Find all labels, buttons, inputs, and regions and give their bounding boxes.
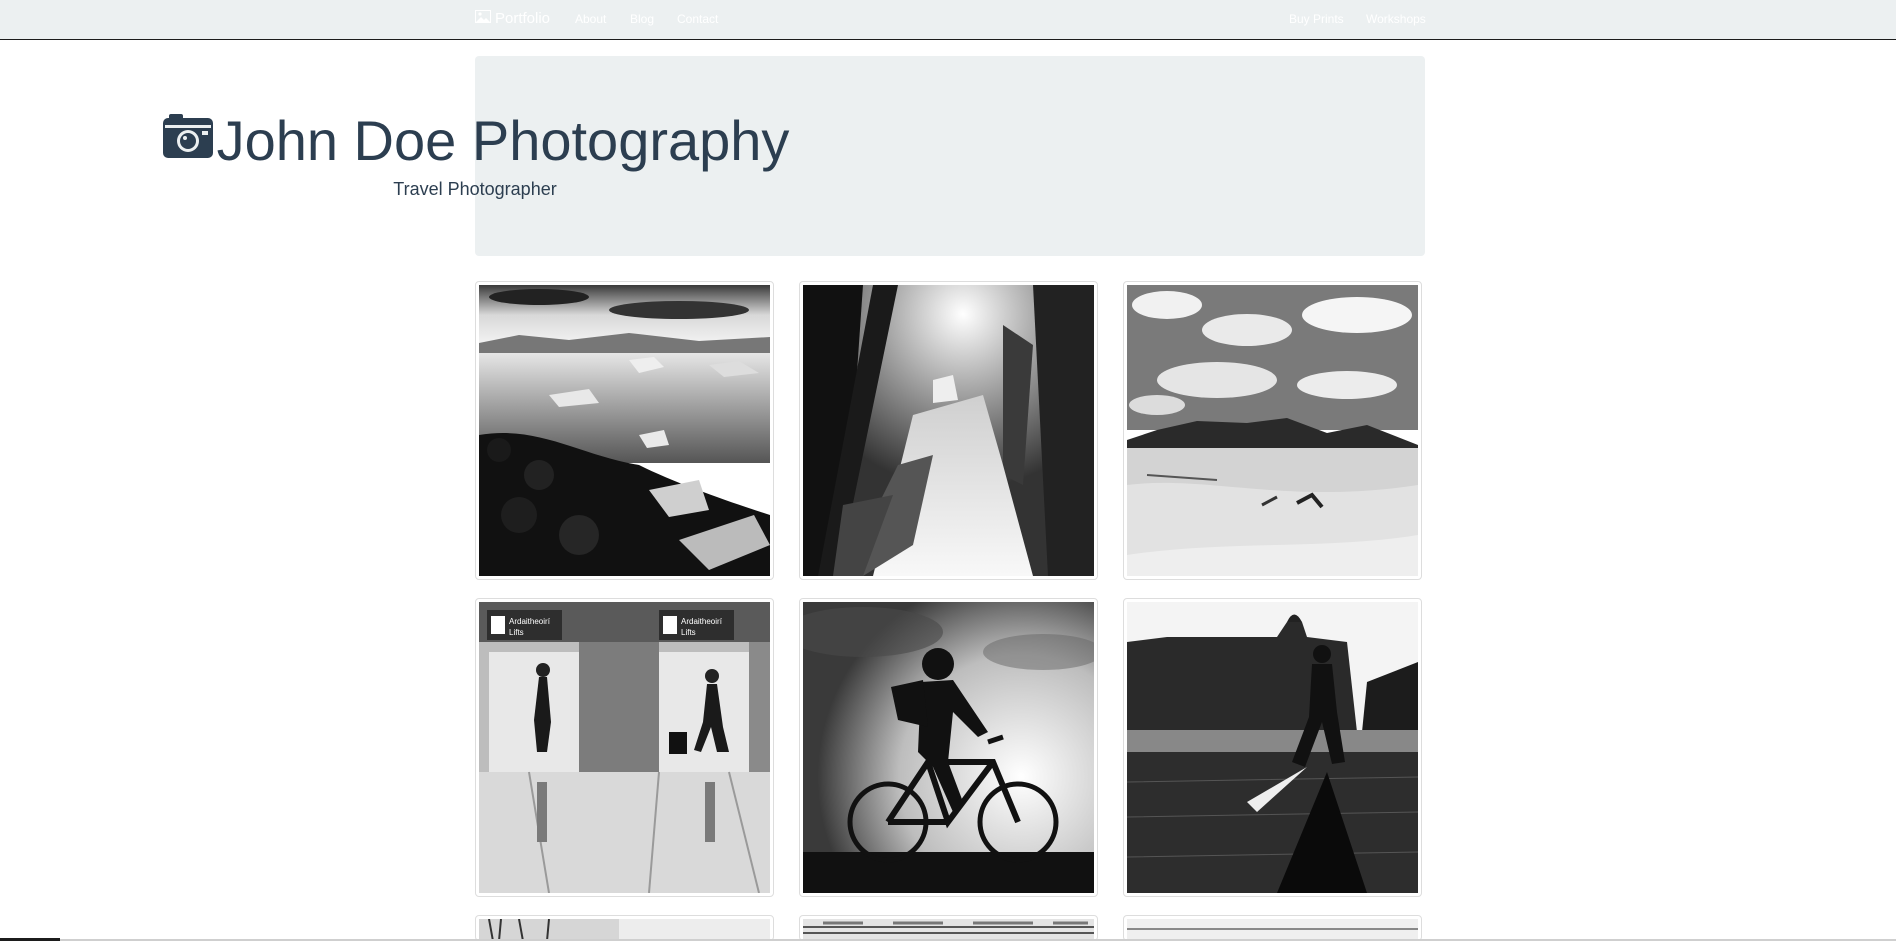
gallery-photo-cyclist[interactable] bbox=[799, 598, 1098, 897]
page-title-text: John Doe Photography bbox=[216, 108, 790, 172]
gallery-photo-glacier-lagoon[interactable] bbox=[475, 281, 774, 580]
gallery-photo-row3-3[interactable] bbox=[1123, 915, 1422, 941]
nav-link-about[interactable]: About bbox=[575, 12, 606, 26]
gallery-photo-walker[interactable] bbox=[1123, 598, 1422, 897]
navbar-inner: Portfolio About Blog Contact Buy Prints … bbox=[475, 0, 1426, 39]
lift-sign-text-2: Lifts bbox=[509, 628, 524, 637]
page-title: John Doe Photography bbox=[0, 106, 950, 174]
nav-link-contact[interactable]: Contact bbox=[677, 12, 718, 26]
gallery-photo-row3-2[interactable] bbox=[799, 915, 1098, 941]
brand-link[interactable]: Portfolio bbox=[475, 10, 550, 27]
gallery-photo-forest-waterfall[interactable] bbox=[799, 281, 1098, 580]
page-subtitle: Travel Photographer bbox=[393, 179, 557, 199]
gallery-photo-row3-1[interactable] bbox=[475, 915, 774, 941]
picture-icon bbox=[475, 10, 495, 27]
lift-sign-text-3: Ardaitheoirí bbox=[681, 617, 723, 626]
navbar: Portfolio About Blog Contact Buy Prints … bbox=[0, 0, 1896, 40]
lift-sign-text-4: Lifts bbox=[681, 628, 696, 637]
nav-link-workshops[interactable]: Workshops bbox=[1366, 12, 1426, 26]
nav-link-blog[interactable]: Blog bbox=[630, 12, 654, 26]
gallery-photo-desert-dunes[interactable] bbox=[1123, 281, 1422, 580]
lift-sign-text-1: Ardaitheoirí bbox=[509, 617, 551, 626]
camera-icon bbox=[161, 108, 217, 173]
brand-label: Portfolio bbox=[495, 10, 551, 27]
gallery-photo-airport-lifts[interactable]: Ardaitheoirí Lifts Ardaitheoirí Lifts bbox=[475, 598, 774, 897]
nav-link-buy-prints[interactable]: Buy Prints bbox=[1289, 12, 1344, 26]
